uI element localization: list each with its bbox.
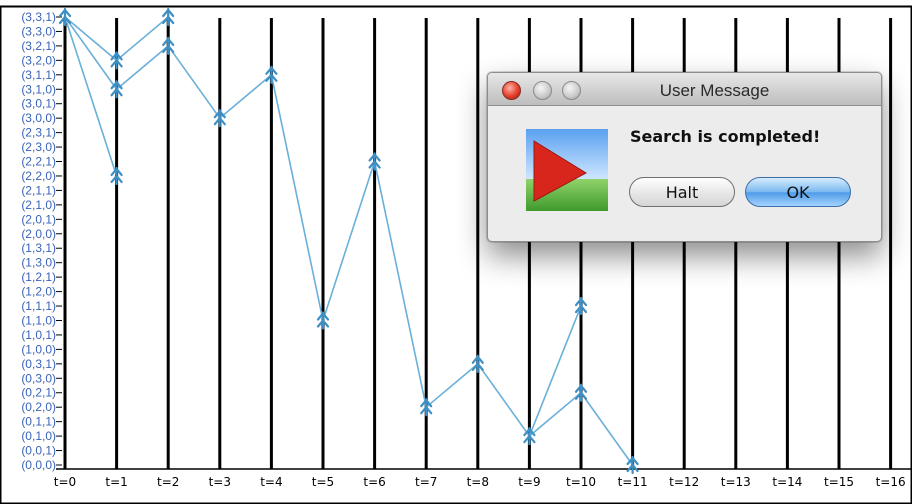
state-point bbox=[110, 51, 123, 70]
path-segment bbox=[580, 392, 634, 466]
x-tick-label: t=3 bbox=[209, 475, 231, 489]
x-tick-label: t=2 bbox=[157, 475, 179, 489]
state-point bbox=[574, 383, 588, 402]
y-tick-label: (2,2,0) bbox=[21, 169, 56, 183]
ok-button[interactable]: OK bbox=[745, 177, 851, 207]
x-tick-label: t=11 bbox=[618, 475, 648, 489]
graph-window: t=0 t=1 t=2 t=3 t=4 t=5 t=6 t=7 t=8 t=9 t=10 t=11 t=… bbox=[0, 0, 912, 504]
dialog-title: User Message bbox=[659, 81, 770, 100]
y-tick-label: (3,1,1) bbox=[21, 68, 56, 82]
state-point bbox=[574, 296, 588, 316]
state-point bbox=[162, 36, 175, 56]
x-tick-label: t=12 bbox=[669, 475, 699, 489]
y-tick-label: (1,3,0) bbox=[21, 256, 56, 270]
x-tick-label: t=6 bbox=[363, 475, 385, 489]
path-segment bbox=[322, 161, 376, 321]
y-tick-label: (2,3,0) bbox=[21, 140, 56, 154]
x-tick-label: t=10 bbox=[566, 475, 596, 489]
y-tick-label: (2,0,1) bbox=[21, 212, 56, 226]
y-tick-label: (1,2,1) bbox=[21, 270, 56, 284]
y-tick-label: (2,1,1) bbox=[21, 183, 56, 197]
y-tick-label: (1,3,1) bbox=[21, 241, 56, 255]
y-tick-label: (2,2,1) bbox=[21, 155, 56, 169]
y-tick-label: (1,2,0) bbox=[21, 285, 56, 299]
y-tick-label: (0,2,1) bbox=[21, 386, 56, 400]
path-segment bbox=[116, 45, 169, 90]
y-tick-label: (0,1,0) bbox=[21, 429, 56, 443]
path-segment bbox=[219, 74, 272, 119]
y-tick-label: (2,3,1) bbox=[21, 126, 56, 140]
x-tick-label: t=4 bbox=[260, 475, 282, 489]
path-segment bbox=[116, 16, 169, 61]
x-tick-label: t=14 bbox=[772, 475, 802, 489]
dialog-message: Search is completed! bbox=[630, 127, 821, 146]
y-tick-label: (3,0,1) bbox=[21, 97, 56, 111]
y-tick-label: (2,0,0) bbox=[21, 227, 56, 241]
y-tick-label: (0,1,1) bbox=[21, 415, 56, 429]
state-point bbox=[316, 311, 330, 330]
state-point bbox=[368, 152, 381, 171]
y-tick-label: (0,0,0) bbox=[21, 458, 56, 472]
y-tick-label: (3,1,0) bbox=[21, 82, 56, 96]
x-tick-label: t=8 bbox=[467, 475, 489, 489]
dialog-titlebar[interactable]: User Message bbox=[488, 73, 881, 106]
y-tick-label: (3,2,0) bbox=[21, 53, 56, 67]
state-point bbox=[110, 166, 123, 186]
path-segment bbox=[425, 363, 479, 408]
x-tick-label: t=0 bbox=[54, 475, 76, 489]
path-segment bbox=[373, 161, 427, 408]
x-tick-label: t=9 bbox=[518, 475, 540, 489]
y-tick-label: (1,1,0) bbox=[21, 313, 56, 327]
path-segment bbox=[477, 363, 531, 437]
state-point bbox=[420, 398, 433, 417]
y-tick-label: (3,3,1) bbox=[21, 10, 56, 24]
y-tick-label: (1,0,0) bbox=[21, 342, 56, 356]
state-point bbox=[265, 65, 278, 84]
y-tick-label: (3,0,0) bbox=[21, 111, 56, 125]
y-tick-label: (3,3,0) bbox=[21, 24, 56, 38]
path-segment bbox=[528, 305, 582, 437]
y-tick-label: (0,0,1) bbox=[21, 444, 56, 458]
halt-button[interactable]: Halt bbox=[629, 177, 735, 207]
x-tick-label: t=5 bbox=[312, 475, 334, 489]
x-tick-label: t=7 bbox=[415, 475, 437, 489]
path-segment bbox=[64, 16, 118, 177]
y-tick-label: (1,0,1) bbox=[21, 328, 56, 342]
x-tick-label: t=13 bbox=[721, 475, 751, 489]
y-tick-label: (0,3,0) bbox=[21, 371, 56, 385]
y-tick-label: (2,1,0) bbox=[21, 198, 56, 212]
user-message-dialog: User Message Search is completed! Halt O… bbox=[487, 72, 882, 242]
y-tick-label: (0,3,1) bbox=[21, 357, 56, 371]
path-segment bbox=[167, 45, 221, 119]
x-tick-label: t=16 bbox=[876, 475, 906, 489]
y-tick-label: (3,2,1) bbox=[21, 39, 56, 53]
x-tick-label: t=1 bbox=[105, 475, 127, 489]
red-arrow-landscape-icon bbox=[526, 129, 608, 211]
x-tick-label: t=15 bbox=[824, 475, 854, 489]
y-tick-label: (0,2,0) bbox=[21, 400, 56, 414]
y-tick-label: (1,1,1) bbox=[21, 299, 56, 313]
path-segment bbox=[270, 74, 324, 321]
state-point bbox=[162, 7, 175, 27]
state-point bbox=[471, 354, 484, 373]
